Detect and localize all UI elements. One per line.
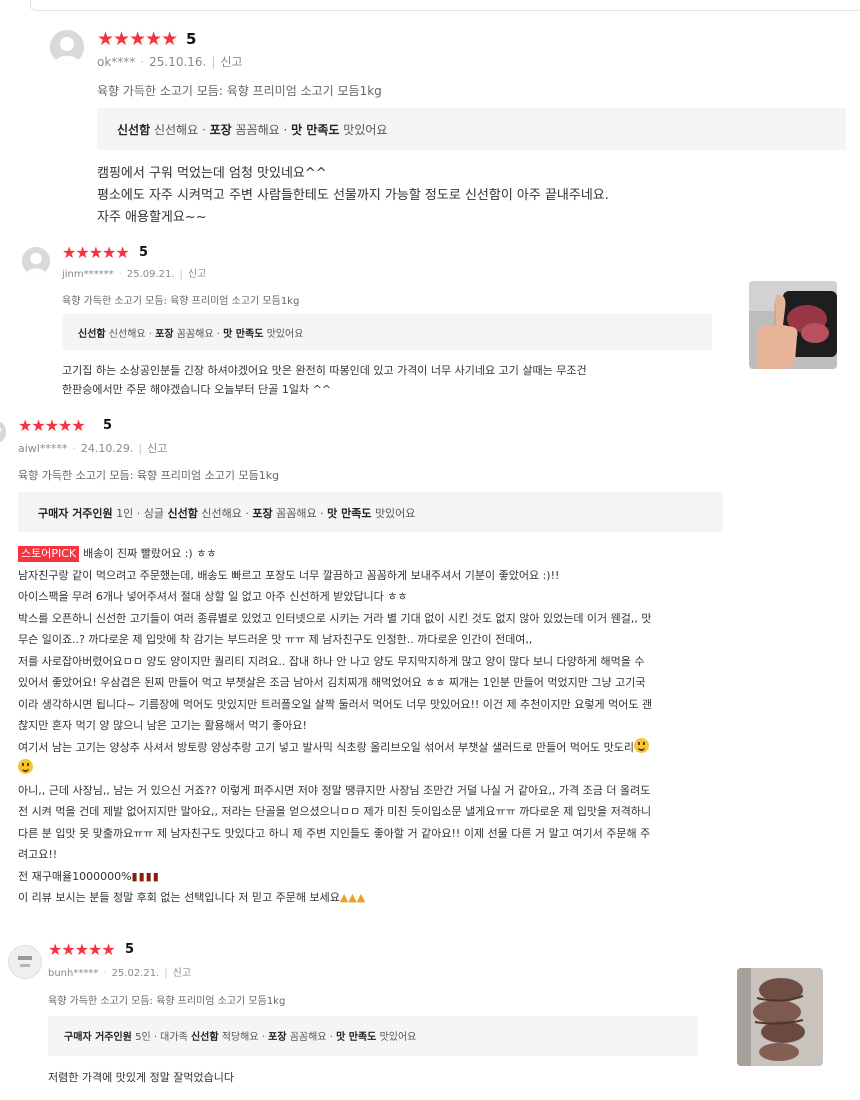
review-photo-thumbnail[interactable]	[749, 281, 837, 369]
rating-score: 5	[103, 418, 113, 433]
review-text: 캠핑에서 구워 먹었는데 엄청 맛있네요^^ 평소에도 자주 시켜먹고 주변 사…	[97, 166, 609, 225]
thumbs-up-meat-photo	[749, 281, 837, 369]
star-rating-icon: ★★★★★	[18, 416, 86, 435]
user-avatar	[0, 420, 6, 444]
store-pick-badge: 스토어PICK	[18, 546, 80, 562]
previous-review-border	[30, 0, 860, 11]
shop-logo-icon	[9, 946, 41, 978]
review-attributes: 구매자 거주인원 1인 · 싱글 신선함 신선해요 · 포장 꼼꼼해요 · 맛 …	[18, 492, 723, 532]
review-text: 저렴한 가격에 맛있게 정말 잘먹었습니다	[48, 1071, 235, 1084]
review-photo-thumbnail[interactable]	[737, 968, 823, 1066]
report-link[interactable]: 신고	[188, 269, 206, 280]
reviewer-id: bunh*****	[48, 968, 99, 979]
star-rating-icon: ★★★★★	[97, 28, 178, 50]
review-attributes: 구매자 거주인원 5인 · 대가족 신선함 적당해요 · 포장 꼼꼼해요 · 맛…	[48, 1016, 698, 1056]
review-headline: 배송이 진짜 빨랐어요 :) ㅎㅎ	[83, 547, 217, 560]
grinning-face-icon	[634, 737, 650, 753]
grilled-meat-photo	[737, 968, 823, 1066]
person-icon	[50, 30, 84, 64]
review-meta: aiwl***** · 24.10.29. | 신고	[18, 442, 168, 455]
user-avatar	[22, 247, 50, 275]
star-rating-icon: ★★★★★	[48, 940, 116, 959]
review-attributes: 신선함 신선해요 · 포장 꼼꼼해요 · 맛 만족도 맛있어요	[97, 108, 846, 150]
report-link[interactable]: 신고	[147, 442, 167, 455]
person-icon	[0, 420, 6, 444]
reviewer-id: jinm******	[62, 269, 114, 280]
rating-score: 5	[125, 942, 135, 957]
fire-icon: ▮▮▮▮	[131, 869, 160, 883]
reviewer-id: aiwl*****	[18, 442, 68, 455]
review-meta: bunh***** · 25.02.21. | 신고	[48, 968, 192, 979]
grinning-face-icon	[18, 759, 33, 774]
star-rating-icon: ★★★★★	[62, 243, 130, 262]
user-avatar	[50, 30, 84, 64]
report-link[interactable]: 신고	[220, 55, 242, 69]
user-avatar	[8, 945, 42, 979]
review-attributes: 신선함 신선해요 · 포장 꼼꼼해요 · 맛 만족도 맛있어요	[62, 314, 712, 350]
product-option: 육향 가득한 소고기 모듬: 육향 프리미엄 소고기 모듬1kg	[62, 296, 300, 307]
product-option: 육향 가득한 소고기 모듬: 육향 프리미엄 소고기 모듬1kg	[18, 469, 280, 482]
review-meta: jinm****** · 25.09.21. | 신고	[62, 269, 207, 280]
review-date: 24.10.29.	[80, 442, 134, 455]
review-text: 스토어PICK 배송이 진짜 빨랐어요 :) ㅎㅎ 남자친구랑 같이 먹으려고 주…	[18, 546, 653, 904]
pray-icon: ▲▲▲	[339, 891, 366, 904]
report-link[interactable]: 신고	[173, 968, 191, 979]
rating-score: 5	[139, 245, 149, 260]
review-date: 25.02.21.	[111, 968, 160, 979]
review-text: 고기집 하는 소상공인분들 긴장 하셔야겠어요 맛은 완전히 따봉인데 있고 가…	[62, 364, 587, 396]
reviewer-id: ok****	[97, 55, 136, 69]
review-date: 25.10.16.	[149, 55, 207, 69]
product-option: 육향 가득한 소고기 모듬: 육향 프리미엄 소고기 모듬1kg	[97, 84, 382, 98]
product-option: 육향 가득한 소고기 모듬: 육향 프리미엄 소고기 모듬1kg	[48, 996, 286, 1007]
rating-score: 5	[186, 30, 197, 48]
review-meta: ok**** · 25.10.16. | 신고	[97, 55, 243, 69]
review-date: 25.09.21.	[126, 269, 175, 280]
person-icon	[22, 247, 50, 275]
